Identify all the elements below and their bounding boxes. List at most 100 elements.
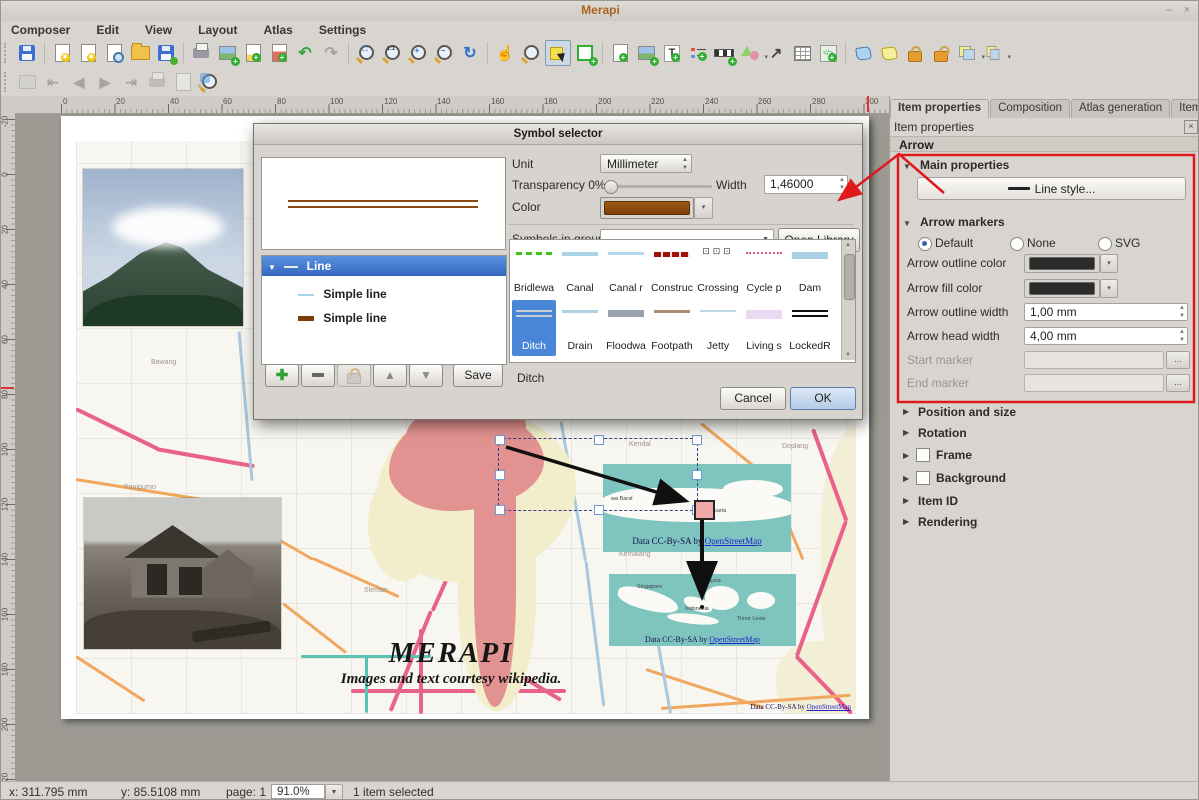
- selection-handle[interactable]: [594, 435, 604, 445]
- move-layer-up-button[interactable]: ▲: [373, 364, 407, 387]
- move-item-content-icon[interactable]: [573, 41, 597, 65]
- symbol-construction[interactable]: Construc: [650, 242, 694, 298]
- symbol-grid[interactable]: Bridlewa Canal Canal r Construc ⊡⊡⊡Cross…: [509, 239, 856, 363]
- undo-icon[interactable]: ↶: [293, 41, 317, 65]
- symbol-ditch[interactable]: Ditch: [512, 300, 556, 356]
- save-project-icon[interactable]: [15, 41, 39, 65]
- zoom-out-icon[interactable]: −: [432, 41, 456, 65]
- lock-items-icon[interactable]: [903, 41, 927, 65]
- color-swatch-button[interactable]: [600, 197, 694, 219]
- symbol-drain[interactable]: Drain: [558, 300, 602, 356]
- transparency-slider[interactable]: [606, 185, 712, 188]
- symbol-jetty[interactable]: Jetty: [696, 300, 740, 356]
- inset-map-indonesia[interactable]: Singapore Malaysia Indonesia Timor Leste…: [609, 574, 796, 646]
- volcano-photo[interactable]: [83, 169, 243, 326]
- menu-atlas[interactable]: Atlas: [264, 23, 293, 37]
- symbol-selector-dialog[interactable]: Symbol selector Unit Millimeter ▲▼ Trans…: [253, 123, 863, 420]
- section-position-size[interactable]: Position and size: [918, 405, 1016, 419]
- collapse-triangle-icon[interactable]: ▶: [903, 517, 909, 526]
- symbol-dam[interactable]: Dam: [788, 242, 832, 298]
- collapse-triangle-icon[interactable]: ▶: [903, 428, 909, 437]
- close-button[interactable]: ×: [1179, 3, 1195, 17]
- zoom-1-1-icon[interactable]: 1:1: [380, 41, 404, 65]
- symbol-canal[interactable]: Canal: [558, 242, 602, 298]
- openstreetmap-link[interactable]: OpenStreetMap: [705, 536, 762, 546]
- selection-handle[interactable]: [692, 435, 702, 445]
- export-atlas-icon[interactable]: ▾: [171, 70, 195, 94]
- section-frame[interactable]: Frame: [936, 448, 972, 462]
- selection-handle[interactable]: [495, 470, 505, 480]
- collapse-triangle-icon[interactable]: ▼: [903, 219, 911, 228]
- print-atlas-icon[interactable]: [145, 70, 169, 94]
- arrow-fill-color-swatch[interactable]: [1024, 279, 1100, 298]
- add-symbol-layer-button[interactable]: ✚: [265, 364, 299, 387]
- duplicate-composition-icon[interactable]: [76, 41, 100, 65]
- radio-none[interactable]: [1010, 237, 1024, 251]
- save-symbol-button[interactable]: Save: [453, 364, 503, 387]
- add-image-icon[interactable]: [634, 41, 658, 65]
- symbol-bridleway[interactable]: Bridlewa: [512, 242, 556, 298]
- collapse-triangle-icon[interactable]: ▶: [903, 407, 909, 416]
- start-marker-browse-button[interactable]: ...: [1166, 351, 1190, 369]
- zoom-in-icon[interactable]: +: [406, 41, 430, 65]
- panel-close-icon[interactable]: ×: [1184, 120, 1198, 134]
- collapse-triangle-icon[interactable]: ▼: [903, 162, 911, 171]
- scrollbar[interactable]: ▲ ▼: [841, 240, 855, 360]
- color-dropdown[interactable]: ▾: [694, 197, 713, 219]
- export-pdf-icon[interactable]: [267, 41, 291, 65]
- toolbar-handle[interactable]: [4, 43, 11, 63]
- tree-item-simple-line-2[interactable]: Simple line: [262, 308, 506, 328]
- selection-box[interactable]: [498, 438, 698, 511]
- first-feature-icon[interactable]: ⇤: [41, 70, 65, 94]
- radio-svg[interactable]: [1098, 237, 1112, 251]
- arrow-outline-width-input[interactable]: 1,00 mm▲▼: [1024, 303, 1188, 321]
- map-title-block[interactable]: MERAPI Images and text courtesy wikipedi…: [291, 637, 611, 688]
- arrow-fill-color-dropdown[interactable]: ▾: [1100, 279, 1118, 298]
- section-main-properties[interactable]: Main properties: [920, 158, 1009, 172]
- selection-handle[interactable]: [495, 505, 505, 515]
- window-titlebar[interactable]: Merapi – ×: [1, 1, 1199, 22]
- zoom-combo-dropdown[interactable]: ▼: [325, 784, 343, 800]
- menu-settings[interactable]: Settings: [319, 23, 366, 37]
- menu-edit[interactable]: Edit: [96, 23, 119, 37]
- raise-items-icon[interactable]: ▾: [955, 41, 979, 65]
- symbol-floodway[interactable]: Floodwa: [604, 300, 648, 356]
- ok-button[interactable]: OK: [790, 387, 856, 410]
- width-input[interactable]: 1,46000▲▼: [764, 175, 848, 194]
- group-items-icon[interactable]: [851, 41, 875, 65]
- symbol-locked-road[interactable]: LockedR: [788, 300, 832, 356]
- tree-item-simple-line-1[interactable]: Simple line: [262, 284, 506, 304]
- end-marker-browse-button[interactable]: ...: [1166, 374, 1190, 392]
- tab-items[interactable]: Items: [1171, 99, 1199, 118]
- menu-layout[interactable]: Layout: [198, 23, 237, 37]
- collapse-triangle-icon[interactable]: ▶: [903, 496, 909, 505]
- zoom-full-icon[interactable]: ⛶: [354, 41, 378, 65]
- cancel-button[interactable]: Cancel: [720, 387, 786, 410]
- unit-combo[interactable]: Millimeter ▲▼: [600, 154, 692, 173]
- arrow-head-width-input[interactable]: 4,00 mm▲▼: [1024, 327, 1188, 345]
- tab-atlas-generation[interactable]: Atlas generation: [1071, 99, 1170, 118]
- add-scalebar-icon[interactable]: [712, 41, 736, 65]
- zoom-combo[interactable]: 91.0%: [271, 784, 325, 799]
- tree-item-line[interactable]: ▼ Line: [262, 256, 506, 276]
- selection-handle[interactable]: [594, 505, 604, 515]
- new-composition-icon[interactable]: [50, 41, 74, 65]
- export-svg-icon[interactable]: [241, 41, 265, 65]
- composition-manager-icon[interactable]: [102, 41, 126, 65]
- export-image-icon[interactable]: [215, 41, 239, 65]
- save-as-template-icon[interactable]: [154, 41, 178, 65]
- openstreetmap-link[interactable]: OpenStreetMap: [709, 635, 760, 644]
- last-feature-icon[interactable]: ⇥: [119, 70, 143, 94]
- next-feature-icon[interactable]: ▶: [93, 70, 117, 94]
- lock-symbol-layer-button[interactable]: [337, 364, 371, 387]
- selection-handle[interactable]: [692, 470, 702, 480]
- section-arrow-markers[interactable]: Arrow markers: [920, 215, 1005, 229]
- extent-rectangle[interactable]: [694, 500, 715, 520]
- remove-symbol-layer-button[interactable]: [301, 364, 335, 387]
- section-background[interactable]: Background: [936, 471, 1006, 485]
- collapse-triangle-icon[interactable]: ▶: [903, 451, 909, 460]
- background-checkbox[interactable]: [916, 471, 930, 485]
- section-item-id[interactable]: Item ID: [918, 494, 958, 508]
- collapse-triangle-icon[interactable]: ▶: [903, 474, 909, 483]
- tab-item-properties[interactable]: Item properties: [890, 99, 989, 118]
